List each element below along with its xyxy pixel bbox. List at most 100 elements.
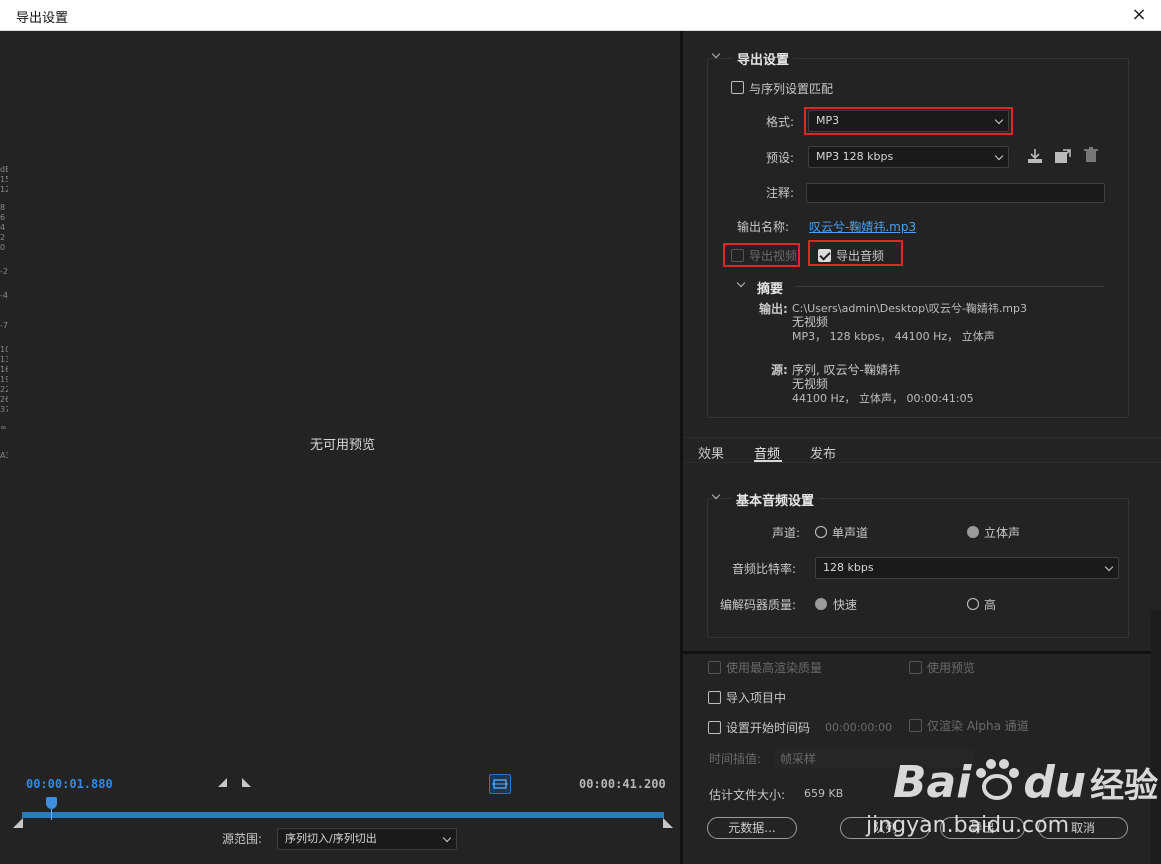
est-size-value: 659 KB (804, 787, 844, 800)
import-project-checkbox[interactable] (708, 691, 721, 704)
bitrate-select[interactable]: 128 kbps (815, 557, 1119, 579)
playhead-handle[interactable] (46, 797, 57, 809)
mark-in-icon[interactable] (218, 778, 227, 787)
summary-source-audio: 44100 Hz， 立体声， 00:00:41:05 (792, 392, 974, 405)
use-previews-label: 使用预览 (927, 661, 976, 675)
format-select[interactable]: MP3 (808, 110, 1009, 132)
save-preset-icon[interactable] (1026, 148, 1044, 164)
range-start-handle[interactable] (13, 818, 23, 828)
meter-tick: 26 (0, 395, 11, 404)
chevron-down-icon (994, 115, 1004, 125)
watermark-url: jingyan.baidu.com (866, 813, 1070, 838)
start-timecode-checkbox[interactable] (708, 721, 721, 734)
right-edge (1151, 610, 1161, 864)
time-interp-value: 帧采样 (780, 752, 817, 766)
export-video-checkbox[interactable] (731, 249, 744, 262)
chevron-down-icon (994, 151, 1004, 161)
summary-output-audio: MP3， 128 kbps， 44100 Hz， 立体声 (792, 330, 995, 343)
fit-icon (492, 779, 508, 789)
meter-tick: A3 (0, 451, 11, 460)
fit-aspect-button[interactable] (489, 774, 511, 794)
duration-timecode: 00:00:41.200 (579, 777, 666, 791)
output-name-label: 输出名称: (737, 220, 790, 234)
stereo-label: 立体声 (984, 526, 1021, 540)
title-bar: 导出设置 × (0, 0, 1161, 31)
fast-label: 快速 (833, 598, 858, 612)
comment-label: 注释: (766, 186, 795, 200)
meter-tick: 8 (0, 203, 6, 212)
mark-out-icon[interactable] (242, 778, 251, 787)
active-tab-underline (754, 460, 782, 462)
range-end-handle[interactable] (663, 818, 673, 828)
output-name-link[interactable]: 叹云兮-鞠婧祎.mp3 (809, 218, 916, 235)
export-audio-label: 导出音频 (836, 249, 885, 263)
import-preset-icon[interactable] (1054, 148, 1072, 164)
summary-source-label: 源: (771, 363, 788, 377)
bitrate-value: 128 kbps (823, 561, 874, 574)
delete-preset-icon[interactable] (1082, 147, 1100, 163)
meter-tick: -4 (0, 291, 8, 300)
window-title: 导出设置 (16, 11, 69, 26)
bitrate-label: 音频比特率: (732, 562, 797, 576)
preset-select[interactable]: MP3 128 kbps (808, 146, 1009, 168)
comment-input[interactable] (806, 183, 1105, 203)
export-audio-checkbox[interactable] (818, 249, 831, 262)
watermark-brand: Bai du 经验 (893, 757, 1159, 808)
use-previews-checkbox[interactable] (909, 661, 922, 674)
render-alpha-label: 仅渲染 Alpha 通道 (927, 719, 1029, 733)
current-timecode[interactable]: 00:00:01.880 (26, 777, 113, 791)
mono-label: 单声道 (832, 526, 869, 540)
playhead-line (51, 808, 52, 820)
meter-tick: 13 (0, 355, 11, 364)
meter-tick: ∞ (0, 423, 7, 432)
meter-tick: -7 (0, 321, 8, 330)
high-radio[interactable] (967, 598, 979, 610)
codec-quality-label: 编解码器质量: (720, 598, 797, 612)
render-alpha-checkbox[interactable] (909, 719, 922, 732)
meter-tick: 19 (0, 375, 11, 384)
meter-tick: 37 (0, 405, 11, 414)
meter-tick: -2 (0, 267, 8, 276)
close-icon[interactable]: × (1129, 4, 1149, 25)
bottom-separator (683, 651, 1161, 654)
timeline-bar[interactable] (22, 812, 664, 818)
no-preview-text: 无可用预览 (310, 438, 376, 453)
meter-tick: 16 (0, 365, 11, 374)
meter-tick: dB (0, 165, 11, 174)
meter-tick: 15 (0, 175, 11, 184)
max-render-label: 使用最高渲染质量 (726, 661, 823, 675)
chevron-down-icon (442, 833, 452, 843)
start-timecode-value[interactable]: 00:00:00:00 (825, 721, 892, 734)
meter-tick: 2 (0, 233, 6, 242)
export-settings-title: 导出设置 (733, 49, 794, 68)
meter-tick: 4 (0, 223, 6, 232)
tab-publish[interactable]: 发布 (810, 443, 836, 462)
tab-effects[interactable]: 效果 (698, 443, 724, 462)
start-timecode-label: 设置开始时间码 (726, 721, 811, 735)
audio-settings-title: 基本音频设置 (732, 490, 819, 509)
est-size-label: 估计文件大小: (709, 788, 786, 802)
summary-output-label: 输出: (759, 302, 788, 316)
import-project-label: 导入项目中 (726, 691, 787, 705)
metadata-button[interactable]: 元数据... (707, 817, 797, 839)
stereo-radio[interactable] (967, 526, 979, 538)
mono-radio[interactable] (815, 526, 827, 538)
meter-tick: 6 (0, 213, 6, 222)
summary-title: 摘要 (757, 282, 784, 297)
meter-tick: 0 (0, 243, 6, 252)
format-value: MP3 (816, 114, 840, 127)
source-range-label: 源范围: (222, 832, 263, 846)
paw-logo-icon (976, 759, 1020, 800)
meter-tick: 10 (0, 345, 11, 354)
export-video-label: 导出视频 (749, 249, 798, 263)
summary-divider (795, 286, 1105, 287)
chevron-down-icon (1104, 562, 1114, 572)
source-range-value: 序列切入/序列切出 (285, 832, 377, 845)
fast-radio[interactable] (815, 598, 827, 610)
match-sequence-checkbox[interactable] (731, 81, 744, 94)
source-range-select[interactable]: 序列切入/序列切出 (277, 828, 457, 850)
match-sequence-label: 与序列设置匹配 (749, 82, 834, 96)
meter-strip: dB 15 12 8 6 4 2 0 -2 -4 -7 10 13 16 19 … (0, 165, 11, 461)
max-render-checkbox[interactable] (708, 661, 721, 674)
preset-label: 预设: (766, 151, 795, 165)
